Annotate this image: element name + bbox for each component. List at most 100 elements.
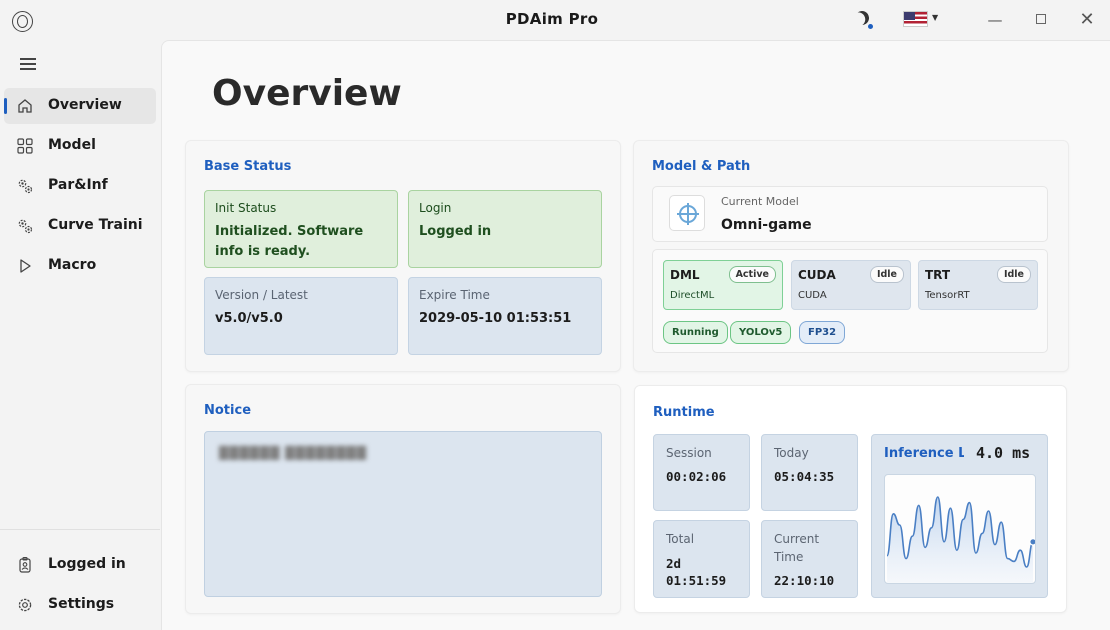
latency-sparkline	[884, 474, 1036, 584]
sidebar-item-overview[interactable]: Overview	[4, 88, 156, 124]
crosshair-icon	[677, 203, 699, 225]
inference-latency-tile: Inference Latency 4.0 ms	[871, 434, 1048, 598]
card-title: Model & Path	[652, 159, 751, 174]
today-time-tile: Today 05:04:35	[761, 434, 858, 511]
language-dropdown-caret-icon[interactable]: ▼	[932, 13, 938, 22]
theme-toggle-button[interactable]	[848, 6, 878, 34]
sidebar-item-label: Par&Inf	[48, 177, 108, 193]
sidebar-item-parinf[interactable]: Par&Inf	[4, 168, 156, 204]
badge-icon	[16, 556, 34, 574]
home-icon	[16, 97, 34, 115]
status-badge: Idle	[996, 266, 1031, 283]
tile-value: 00:02:06	[666, 469, 727, 484]
base-status-card: Base Status Init Status Initialized. Sof…	[185, 140, 621, 372]
tile-label: Login	[419, 201, 452, 215]
sidebar-item-label: Settings	[48, 596, 115, 612]
tile-value: Initialized. Software info is ready.	[215, 224, 364, 259]
model-icon-frame	[669, 195, 705, 231]
sidebar-item-model[interactable]: Model	[4, 128, 156, 164]
sidebar-item-label: Overview	[48, 97, 122, 113]
close-button[interactable]: ✕	[1072, 8, 1102, 32]
backend-panel: DML DirectML Active CUDA CUDA Idle TRT T…	[652, 249, 1048, 353]
sidebar-item-label: Logged in	[48, 556, 126, 572]
tile-value: Logged in	[419, 224, 492, 239]
init-status-tile: Init Status Initialized. Software info i…	[204, 190, 398, 268]
maximize-button[interactable]	[1026, 8, 1056, 32]
runtime-card: Runtime Session 00:02:06 Today 05:04:35 …	[634, 385, 1067, 613]
latency-label: Inference Latency	[884, 446, 964, 461]
tile-label: Expire Time	[419, 288, 490, 302]
theme-indicator-dot	[868, 24, 873, 29]
version-tile: Version / Latest v5.0/v5.0	[204, 277, 398, 355]
main-content: Overview Base Status Init Status Initial…	[161, 40, 1110, 630]
gears-icon	[16, 177, 34, 195]
notice-text: ██████ ████████	[219, 446, 368, 460]
tile-value: 2029-05-10 01:53:51	[419, 311, 572, 326]
tile-label-line2: Time	[774, 550, 804, 564]
card-title: Base Status	[204, 159, 292, 174]
session-time-tile: Session 00:02:06	[653, 434, 750, 511]
backend-sub: TensorRT	[925, 290, 970, 301]
backend-name: TRT	[925, 268, 951, 282]
tile-value: 22:10:10	[774, 573, 835, 588]
menu-toggle-icon[interactable]	[20, 58, 36, 70]
sidebar-item-settings[interactable]: Settings	[4, 587, 156, 623]
running-pill: Running	[663, 321, 728, 344]
maximize-icon	[1036, 14, 1046, 24]
yolo-version-pill: YOLOv5	[730, 321, 792, 344]
sidebar-item-logged-in[interactable]: Logged in	[4, 547, 156, 583]
current-model-box[interactable]: Current Model Omni-game	[652, 186, 1048, 242]
sidebar-item-label: Curve Traini	[48, 217, 143, 233]
total-time-tile: Total 2d 01:51:59	[653, 520, 750, 598]
window-title: PDAim Pro	[505, 10, 599, 28]
latency-value: 4.0 ms	[976, 444, 1031, 462]
us-flag-icon[interactable]	[903, 11, 928, 27]
tile-label: Session	[666, 446, 712, 460]
card-title: Notice	[204, 403, 252, 418]
sidebar: Overview Model Par&Inf Curve Traini Macr…	[0, 40, 160, 630]
backend-name: CUDA	[798, 268, 836, 282]
model-path-card: Model & Path Current Model Omni-game DML…	[633, 140, 1069, 372]
current-model-label: Current Model	[721, 195, 799, 208]
tile-label: Init Status	[215, 201, 277, 215]
status-badge: Active	[728, 266, 776, 283]
settings-icon	[16, 596, 34, 614]
current-time-tile: Current Time 22:10:10	[761, 520, 858, 598]
sidebar-divider	[0, 529, 160, 530]
sidebar-item-curve-training[interactable]: Curve Traini	[4, 208, 156, 244]
status-badge: Idle	[869, 266, 904, 283]
backend-trt[interactable]: TRT TensorRT Idle	[918, 260, 1038, 310]
backend-name: DML	[670, 268, 700, 282]
minimize-button[interactable]: —	[980, 8, 1010, 32]
gears-icon	[16, 217, 34, 235]
notice-card: Notice ██████ ████████	[185, 384, 621, 614]
tile-value: 05:04:35	[774, 469, 835, 484]
tile-label: Version / Latest	[215, 288, 308, 302]
sidebar-item-macro[interactable]: Macro	[4, 248, 156, 284]
precision-pill: FP32	[799, 321, 846, 344]
expire-time-tile: Expire Time 2029-05-10 01:53:51	[408, 277, 602, 355]
sidebar-item-label: Macro	[48, 257, 97, 273]
notice-content: ██████ ████████	[204, 431, 602, 597]
tile-label-line1: Current	[774, 532, 820, 546]
backend-cuda[interactable]: CUDA CUDA Idle	[791, 260, 911, 310]
backend-dml[interactable]: DML DirectML Active	[663, 260, 783, 310]
grid-icon	[16, 137, 34, 155]
tile-value-line1: 2d	[666, 556, 682, 571]
tile-value: v5.0/v5.0	[215, 311, 283, 326]
card-title: Runtime	[653, 405, 715, 420]
title-bar: PDAim Pro ▼ — ✕	[0, 0, 1110, 40]
minimize-icon: —	[987, 11, 1003, 29]
sidebar-item-label: Model	[48, 137, 96, 153]
backend-sub: CUDA	[798, 290, 827, 301]
tile-label: Today	[774, 446, 809, 460]
latency-chart-svg	[886, 496, 1035, 583]
tile-label: Total	[666, 532, 695, 546]
play-icon	[16, 257, 34, 275]
page-title: Overview	[212, 73, 402, 114]
close-icon: ✕	[1079, 9, 1095, 30]
latency-last-point	[1029, 538, 1035, 546]
tile-value-line2: 01:51:59	[666, 573, 727, 588]
current-model-value: Omni-game	[721, 217, 812, 233]
backend-sub: DirectML	[670, 290, 715, 301]
